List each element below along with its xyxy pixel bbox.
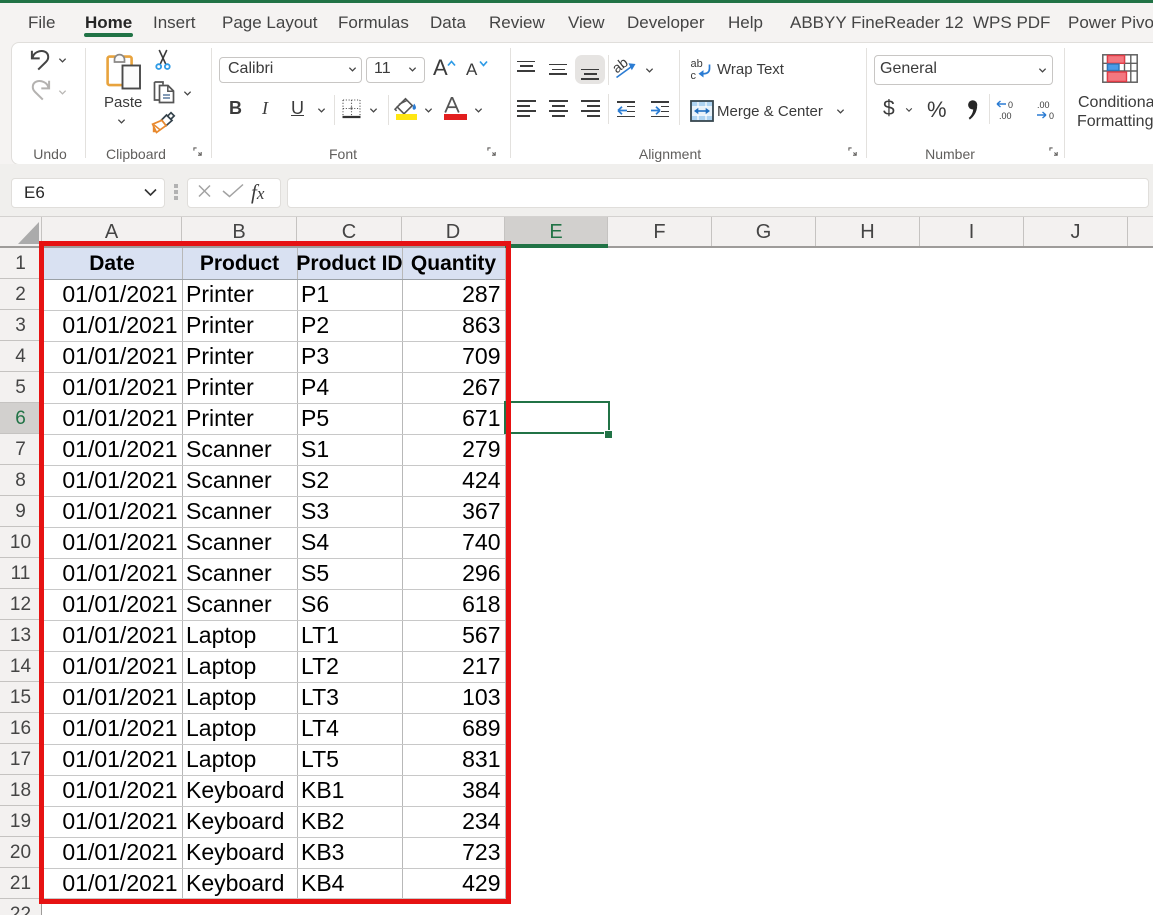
svg-text:ab: ab (691, 58, 703, 70)
svg-text:c: c (691, 70, 697, 81)
svg-text:.00: .00 (1037, 100, 1050, 110)
svg-text:0: 0 (1008, 100, 1013, 110)
svg-text:.00: .00 (999, 111, 1012, 120)
svg-text:0: 0 (1049, 111, 1054, 120)
